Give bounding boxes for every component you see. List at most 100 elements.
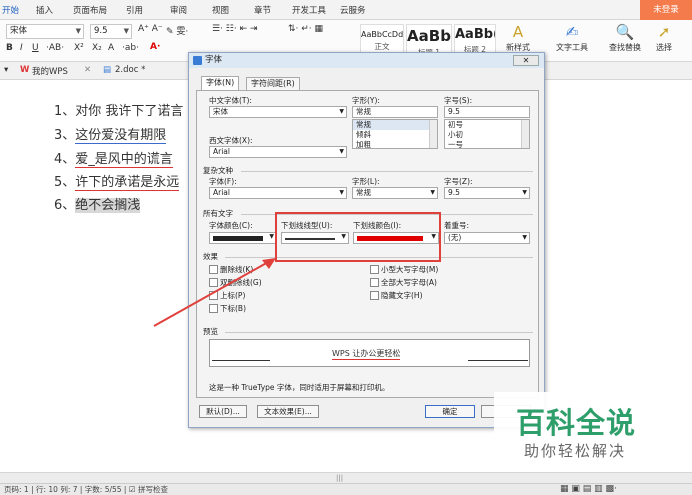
tab-cloud[interactable]: 云服务 [340,4,366,16]
tab-font[interactable]: 字体(N) [201,76,240,90]
search-icon: 🔍 [615,23,635,41]
text-tools-icon: ✍ [565,23,579,41]
western-font-select[interactable]: Arial ▼ [209,146,347,158]
sort-icon[interactable]: ⇅· ↵· ▦ [288,24,323,34]
font-color-swatch [213,236,263,241]
list-item[interactable]: 初号 [445,120,529,130]
grow-font-icon[interactable]: A⁺ A⁻ [138,24,163,34]
close-icon[interactable]: ✕ [84,65,91,75]
bullet-list-icon[interactable]: ☰· ☷· ⇤ ⇥ [212,24,258,34]
scroll-thumb-icon[interactable]: ||| [336,474,343,482]
style-sample: AaBb( [455,27,496,42]
line-text-selected: 绝不会搁浅 [75,198,141,213]
list-item[interactable]: 一号 [445,140,529,150]
strikethrough-icon[interactable]: ·AB· [46,43,64,53]
tab-view[interactable]: 视图 [212,4,229,16]
chevron-down-icon: ▼ [339,189,344,196]
find-replace-button[interactable]: 🔍 查找替换 [609,23,641,53]
text-tools-label: 文字工具 [556,43,588,52]
doc-line[interactable]: 1、对你 我许下了诺言 [54,100,183,119]
small-caps-checkbox[interactable]: 小型大写字母(M) [370,264,438,275]
view-mode-icons[interactable]: ▦ ▣ ▤ ▥ ▩· [560,484,617,495]
complex-style-select[interactable]: 常规 ▼ [352,187,438,199]
chevron-down-icon: ▼ [522,234,527,241]
document-icon: ▤ [103,65,112,75]
complex-font-value: Arial [213,188,230,197]
bold-icon[interactable]: B [6,43,13,53]
style-listbox[interactable]: 常规 倾斜 加粗 [352,119,438,149]
font-name-combo[interactable]: 宋体 ▼ [6,24,84,39]
hidden-text-checkbox[interactable]: 隐藏文字(H) [370,290,423,301]
font-color-icon[interactable]: A· [150,42,160,52]
tab-char-spacing[interactable]: 字符间距(R) [246,77,300,90]
find-replace-label: 查找替换 [609,43,641,52]
default-button[interactable]: 默认(D)... [199,405,247,418]
dialog-title-bar[interactable]: 字体 ✕ [189,53,544,68]
list-item[interactable]: 小初 [445,130,529,140]
emphasis-select[interactable]: (无) ▼ [444,232,530,244]
style-caption: 正文 [374,42,390,51]
italic-icon[interactable]: I [20,43,23,53]
list-item[interactable]: 加粗 [353,140,437,150]
dialog-close-button[interactable]: ✕ [513,55,539,66]
list-item[interactable]: 倾斜 [353,130,437,140]
subscript-icon[interactable]: X₂ [92,43,102,53]
underline-icon[interactable]: U [32,43,39,53]
doc-line[interactable]: 4、爱_是风中的谎言 [54,148,173,168]
style-input[interactable]: 常规 [352,106,438,118]
complex-size-select[interactable]: 9.5 ▼ [444,187,530,199]
tab-home[interactable]: 开始 [2,4,19,16]
new-style-button[interactable]: A 新样式 [506,23,530,53]
text-effect-button[interactable]: 文本效果(E)... [257,405,319,418]
doc-line[interactable]: 5、许下的承诺是永远 [54,171,180,191]
annotation-arrow-icon [153,258,276,327]
complex-section-label: 复杂文种 [203,166,233,175]
doc-line[interactable]: 6、绝不会搁浅 [54,194,141,213]
doc-tab-wps[interactable]: 我的WPS [32,65,68,77]
western-font-label: 西文字体(X): [209,136,253,145]
highlight-icon[interactable]: ·ab· [122,43,139,53]
chevron-down-icon: ▼ [339,108,344,115]
select-label: 选择 [656,43,672,52]
ribbon-tab-bar: 开始 插入 页面布局 引用 审阅 视图 章节 开发工具 云服务 未登录 [0,0,692,20]
tab-references[interactable]: 引用 [126,4,143,16]
doc-tab-current[interactable]: 2.doc * [115,65,145,75]
tab-page-layout[interactable]: 页面布局 [73,4,107,16]
chinese-font-select[interactable]: 宋体 ▼ [209,106,347,118]
superscript-icon[interactable]: X² [74,43,84,53]
text-tools-button[interactable]: ✍ 文字工具 [556,23,588,53]
style-sample: AaBb [407,27,451,45]
horizontal-scrollbar[interactable]: ||| [0,472,692,483]
font-size-combo[interactable]: 9.5 ▼ [90,24,132,39]
list-item[interactable]: 常规 [353,120,437,130]
scrollbar[interactable] [429,120,437,148]
divider [225,332,533,333]
status-bar: 页码: 1 | 行: 10 列: 7 | 字数: 5/55 | ☑ 拼写检查 ▦… [0,483,692,495]
western-font-value: Arial [213,147,230,156]
complex-font-select[interactable]: Arial ▼ [209,187,347,199]
select-button[interactable]: ➚ 选择 [656,23,672,53]
line-text: 这份爱没有期限 [75,128,167,144]
font-color-select[interactable]: ▼ [209,232,277,244]
font-color-label: 字体颜色(C): [209,221,253,230]
watermark-subtitle: 助你轻松解决 [524,442,627,460]
complex-font-label: 字体(F): [209,177,237,186]
size-listbox[interactable]: 初号 小初 一号 [444,119,530,149]
chevron-down-icon[interactable]: ▾ [4,65,8,75]
login-button[interactable]: 未登录 [640,0,692,20]
wps-logo-icon: W [20,65,30,75]
tab-insert[interactable]: 插入 [36,4,53,16]
all-caps-checkbox[interactable]: 全部大写字母(A) [370,277,437,288]
scrollbar[interactable] [521,120,529,148]
chinese-font-value: 宋体 [213,107,228,116]
tab-chapter[interactable]: 章节 [254,4,271,16]
clear-format-icon[interactable]: A [108,43,114,53]
ok-button[interactable]: 确定 [425,405,475,418]
watermark-title: 百科全说 [516,406,637,440]
tab-review[interactable]: 审阅 [170,4,187,16]
font-tools-icon[interactable]: ✎ 雯· [166,24,188,37]
tab-developer[interactable]: 开发工具 [292,4,326,16]
size-input[interactable]: 9.5 [444,106,530,118]
chinese-font-label: 中文字体(T): [209,96,252,105]
doc-line[interactable]: 3、这份爱没有期限 [54,124,167,144]
